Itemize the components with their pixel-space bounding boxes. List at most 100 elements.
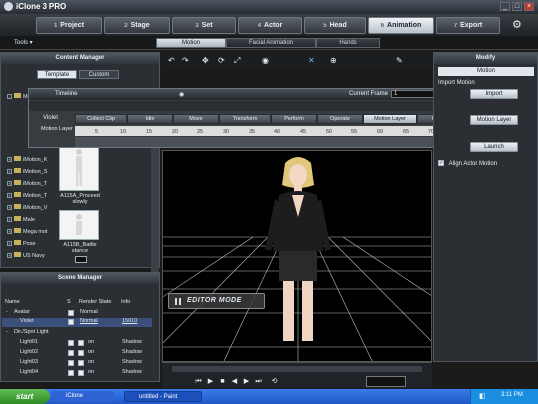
expand-icon[interactable]: + [7, 241, 12, 246]
tree-item[interactable]: + Pose [7, 240, 36, 249]
maximize-button[interactable]: □ [512, 2, 522, 11]
tab-set[interactable]: 3 Set [172, 17, 236, 34]
tab-actor[interactable]: 4 Actor [238, 17, 302, 34]
collapse-icon[interactable]: - [6, 329, 8, 335]
launch-button[interactable]: Launch [470, 142, 518, 152]
taskbar-item-iclone[interactable]: iClone [52, 391, 114, 402]
visibility-checkbox[interactable]: ✓ [68, 310, 74, 317]
subtab-motion[interactable]: Motion [156, 38, 226, 48]
visibility-checkbox[interactable] [68, 370, 74, 376]
visibility-checkbox[interactable] [68, 319, 74, 325]
motion-thumbnail[interactable] [59, 143, 99, 191]
align-actor-motion-checkbox[interactable]: ✓ [438, 160, 444, 166]
track-transform[interactable]: Transform [219, 114, 271, 124]
3d-viewport[interactable] [162, 150, 432, 362]
loop-icon[interactable]: ⟲ [270, 377, 279, 386]
prev-frame-icon[interactable]: ◀ [230, 377, 239, 386]
next-frame-icon[interactable]: ▶ [242, 377, 251, 386]
scene-row[interactable]: Light04 on Shadow [2, 369, 152, 378]
zoom-icon[interactable]: ⊕ [330, 56, 337, 65]
motion-thumbnail[interactable] [59, 210, 99, 240]
tree-item[interactable]: + iMotion_T [7, 192, 47, 201]
track-operate[interactable]: Operate [317, 114, 363, 124]
timeline-window[interactable]: Timeline ◉ Current Frame 1 × Violet Coll… [28, 88, 467, 148]
move-icon[interactable]: ✥ [202, 56, 209, 65]
modify-dropdown[interactable]: Motion [438, 67, 534, 76]
align-actor-motion[interactable]: ✓ Align Actor Motion [438, 160, 497, 167]
scene-row[interactable]: Violet Normal 15610 [2, 318, 152, 327]
expand-icon[interactable]: + [7, 217, 12, 222]
stop-icon[interactable]: ■ [218, 377, 227, 386]
state-checkbox[interactable] [78, 360, 84, 366]
row-state[interactable]: Normal [80, 318, 98, 324]
scene-row[interactable]: Light01 on Shadow [2, 339, 152, 348]
import-button[interactable]: Import [470, 89, 518, 99]
expand-icon[interactable]: + [7, 229, 12, 234]
minimize-button[interactable]: _ [500, 2, 510, 11]
rotate-icon[interactable]: ⟳ [218, 56, 225, 65]
tab-stage[interactable]: 2 Stage [104, 17, 170, 34]
scene-row[interactable]: Light02 on Shadow [2, 349, 152, 358]
tree-item[interactable]: + iMotion_T [7, 180, 47, 189]
state-checkbox[interactable] [78, 340, 84, 346]
collapse-icon[interactable]: - [7, 94, 12, 99]
settings-gear-icon[interactable]: ⚙ [512, 19, 524, 31]
track-motion-layer[interactable]: Motion Layer [363, 114, 417, 124]
timeline-ruler[interactable]: 5 10 15 20 25 30 35 40 45 50 55 60 65 70… [75, 126, 463, 136]
tab-custom[interactable]: Custom [79, 70, 119, 79]
track-collect-clip[interactable]: Collect Clip [75, 114, 127, 124]
column-name[interactable]: Name [5, 299, 20, 305]
tree-item[interactable]: + Male [7, 216, 35, 225]
undo-icon[interactable]: ↶ [168, 56, 175, 65]
state-checkbox[interactable] [78, 350, 84, 356]
tree-item[interactable]: + US Navy [7, 252, 45, 261]
collapse-icon[interactable]: - [6, 309, 8, 315]
row-info[interactable]: 15610 [122, 318, 137, 324]
tree-item[interactable]: + iMotion_S [7, 168, 47, 177]
tab-head[interactable]: 5 Head [304, 17, 366, 34]
track-move[interactable]: Move [173, 114, 219, 124]
subtab-hands[interactable]: Hands [316, 38, 380, 48]
scene-row[interactable]: Light03 on Shadow [2, 359, 152, 368]
start-button[interactable]: start [0, 389, 50, 404]
track-perform[interactable]: Perform [271, 114, 317, 124]
column-s[interactable]: S [67, 299, 71, 305]
scale-icon[interactable]: ⤢ [234, 56, 240, 66]
visibility-checkbox[interactable] [68, 350, 74, 356]
taskbar-item-paint[interactable]: untitled - Paint [124, 391, 202, 402]
clock[interactable]: 3:11 PM [501, 392, 523, 398]
visibility-checkbox[interactable] [68, 340, 74, 346]
visibility-checkbox[interactable] [68, 360, 74, 366]
end-icon[interactable]: ⏭ [254, 377, 263, 386]
play-icon[interactable]: ▶ [206, 377, 215, 386]
tab-animation[interactable]: 6 Animation [368, 17, 434, 34]
tree-item[interactable]: + iMotion_K [7, 156, 47, 165]
motion-layer-button[interactable]: Motion Layer [470, 115, 518, 125]
expand-icon[interactable]: + [7, 181, 12, 186]
motion-layer-track[interactable] [75, 137, 463, 147]
select-tool-icon[interactable]: ✕ [308, 56, 315, 65]
expand-icon[interactable]: + [7, 157, 12, 162]
scene-row[interactable]: - Avatar ✓ Normal [2, 309, 152, 318]
tools-menu[interactable]: Tools ▾ [14, 39, 33, 46]
tree-item[interactable]: + iMotion_V [7, 204, 47, 213]
expand-icon[interactable]: + [7, 205, 12, 210]
timeline-frame-icon[interactable]: ◉ [179, 91, 184, 98]
playback-scrubber[interactable] [172, 366, 422, 372]
expand-icon[interactable]: + [7, 253, 12, 258]
redo-icon[interactable]: ↷ [182, 56, 189, 65]
subtab-facial-animation[interactable]: Facial Animation [226, 38, 316, 48]
camera-icon[interactable]: ◉ [262, 56, 269, 65]
tab-template[interactable]: Template [37, 70, 77, 79]
tree-item[interactable]: + Mega mot [7, 228, 47, 237]
expand-icon[interactable]: + [7, 193, 12, 198]
brush-icon[interactable]: ✎ [396, 56, 403, 65]
network-icon[interactable]: ◧ [479, 392, 486, 400]
close-button[interactable]: × [524, 2, 534, 11]
tab-project[interactable]: 1 Project [36, 17, 102, 34]
scene-row[interactable]: - Dir./Spot Light [2, 329, 152, 338]
track-idle[interactable]: Idle [127, 114, 173, 124]
rewind-icon[interactable]: ⏮ [194, 377, 203, 386]
state-checkbox[interactable] [78, 370, 84, 376]
column-render-state[interactable]: Render State [79, 299, 111, 305]
